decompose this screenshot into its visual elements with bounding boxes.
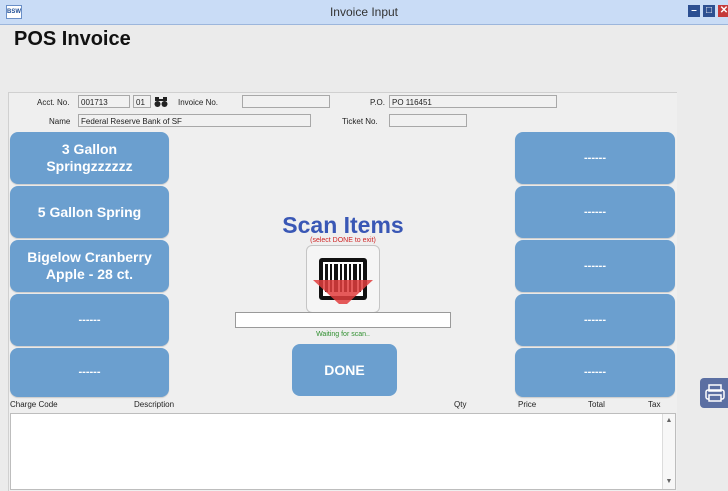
- ticket-no-label: Ticket No.: [342, 117, 378, 126]
- tile-label: Bigelow Cranberry Apple - 28 ct.: [27, 249, 152, 282]
- name-field[interactable]: Federal Reserve Bank of SF: [78, 114, 311, 127]
- column-qty[interactable]: Qty: [454, 400, 466, 409]
- barcode-scanner-icon: [306, 245, 380, 313]
- tile-label: ------: [584, 366, 606, 378]
- item-button-empty[interactable]: ------: [515, 294, 675, 346]
- binoculars-icon[interactable]: [154, 96, 168, 110]
- invoice-no-label: Invoice No.: [178, 98, 219, 107]
- acct-no-label: Acct. No.: [37, 98, 70, 107]
- item-button-bigelow-cranberry[interactable]: Bigelow Cranberry Apple - 28 ct.: [10, 240, 169, 292]
- tile-label: ------: [78, 366, 101, 378]
- column-charge-code[interactable]: Charge Code: [10, 400, 58, 409]
- po-label: P.O.: [370, 98, 385, 107]
- line-items-grid[interactable]: ▲ ▼: [10, 413, 676, 490]
- grid-scrollbar[interactable]: ▲ ▼: [662, 414, 675, 489]
- item-button-empty[interactable]: ------: [515, 186, 675, 238]
- item-button-empty[interactable]: ------: [10, 294, 169, 346]
- item-button-3-gallon-spring[interactable]: 3 Gallon Springzzzzzz: [10, 132, 169, 184]
- acct-suffix-field[interactable]: 01: [133, 95, 151, 108]
- po-field[interactable]: PO 116451: [389, 95, 557, 108]
- item-button-empty[interactable]: ------: [515, 240, 675, 292]
- minimize-button[interactable]: –: [688, 5, 700, 17]
- item-button-5-gallon-spring[interactable]: 5 Gallon Spring: [10, 186, 169, 238]
- scan-input[interactable]: [235, 312, 451, 328]
- printer-icon: [705, 384, 725, 402]
- column-description[interactable]: Description: [134, 400, 174, 409]
- page-title: POS Invoice: [14, 28, 131, 50]
- done-button[interactable]: DONE: [292, 344, 397, 396]
- tile-label: 3 Gallon Springzzzzzz: [46, 141, 133, 174]
- invoice-no-field[interactable]: [242, 95, 330, 108]
- item-button-empty[interactable]: ------: [10, 348, 169, 397]
- ticket-no-field[interactable]: [389, 114, 467, 127]
- scan-items-heading: Scan Items: [282, 212, 404, 238]
- column-total[interactable]: Total: [588, 400, 605, 409]
- print-button[interactable]: [700, 378, 728, 408]
- grid-header: Charge Code Description Qty Price Total …: [8, 400, 688, 412]
- tile-label: ------: [584, 259, 606, 272]
- tile-label: ------: [584, 205, 606, 218]
- scan-status: Waiting for scan..: [316, 331, 370, 338]
- window-titlebar: BSW Invoice Input – □ ✕: [0, 0, 728, 25]
- close-button[interactable]: ✕: [718, 5, 728, 17]
- item-button-empty[interactable]: ------: [515, 348, 675, 397]
- scroll-up-arrow-icon[interactable]: ▲: [663, 416, 675, 426]
- scroll-down-arrow-icon[interactable]: ▼: [663, 477, 675, 487]
- acct-no-field[interactable]: 001713: [78, 95, 130, 108]
- scan-items-hint: (select DONE to exit): [310, 237, 376, 244]
- item-button-empty[interactable]: ------: [515, 132, 675, 184]
- window-title: Invoice Input: [329, 5, 399, 19]
- tile-label: 5 Gallon Spring: [37, 203, 142, 220]
- name-label: Name: [49, 117, 71, 126]
- column-tax[interactable]: Tax: [648, 400, 660, 409]
- tile-label: ------: [78, 313, 101, 326]
- column-price[interactable]: Price: [518, 400, 536, 409]
- tile-label: ------: [584, 313, 606, 326]
- maximize-button[interactable]: □: [703, 5, 715, 17]
- tile-label: ------: [584, 151, 606, 164]
